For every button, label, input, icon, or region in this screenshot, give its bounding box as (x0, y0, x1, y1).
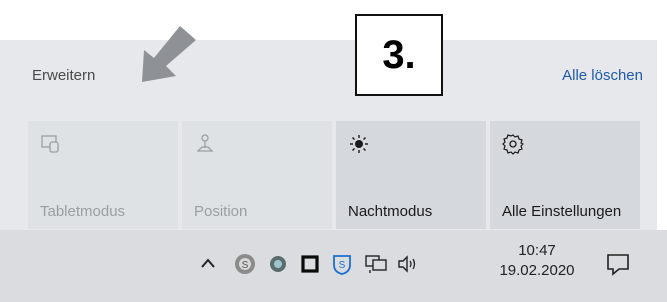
screenshot-background-top (0, 0, 667, 40)
network-icon[interactable] (364, 252, 388, 276)
expand-link[interactable]: Erweitern (32, 67, 95, 84)
location-tile[interactable]: Position (182, 121, 332, 229)
tablet-mode-icon (41, 135, 59, 153)
tablet-mode-tile[interactable]: Tabletmodus (28, 121, 178, 229)
svg-text:S: S (339, 260, 346, 271)
clear-all-link[interactable]: Alle löschen (562, 67, 643, 84)
chevron-up-icon[interactable] (196, 252, 220, 276)
action-center-icon[interactable] (598, 244, 638, 284)
location-icon (196, 134, 214, 152)
taskbar: S S 10:47 19.02.2020 (0, 230, 667, 302)
step-number-label: 3. (382, 32, 416, 77)
callout-arrow-icon (142, 26, 196, 82)
all-settings-tile[interactable]: Alle Einstellungen (490, 121, 640, 229)
app-circle-icon[interactable] (266, 252, 290, 276)
shield-icon[interactable]: S (330, 252, 354, 276)
brightness-icon (350, 135, 368, 153)
clock-date: 19.02.2020 (499, 262, 575, 279)
night-mode-label: Nachtmodus (348, 203, 433, 220)
system-clock[interactable]: 10:47 19.02.2020 (492, 234, 582, 279)
screenshot-background-right (657, 40, 667, 230)
volume-icon[interactable] (396, 252, 420, 276)
location-label: Position (194, 203, 248, 220)
svg-text:S: S (242, 260, 249, 271)
square-icon[interactable] (298, 252, 322, 276)
night-mode-tile[interactable]: Nachtmodus (336, 121, 486, 229)
app-s-icon[interactable]: S (233, 252, 257, 276)
all-settings-label: Alle Einstellungen (502, 203, 622, 220)
tablet-mode-label: Tabletmodus (40, 203, 126, 220)
gear-icon (502, 134, 524, 155)
clock-time: 10:47 (518, 242, 556, 259)
step-number-box: 3. (355, 14, 443, 96)
